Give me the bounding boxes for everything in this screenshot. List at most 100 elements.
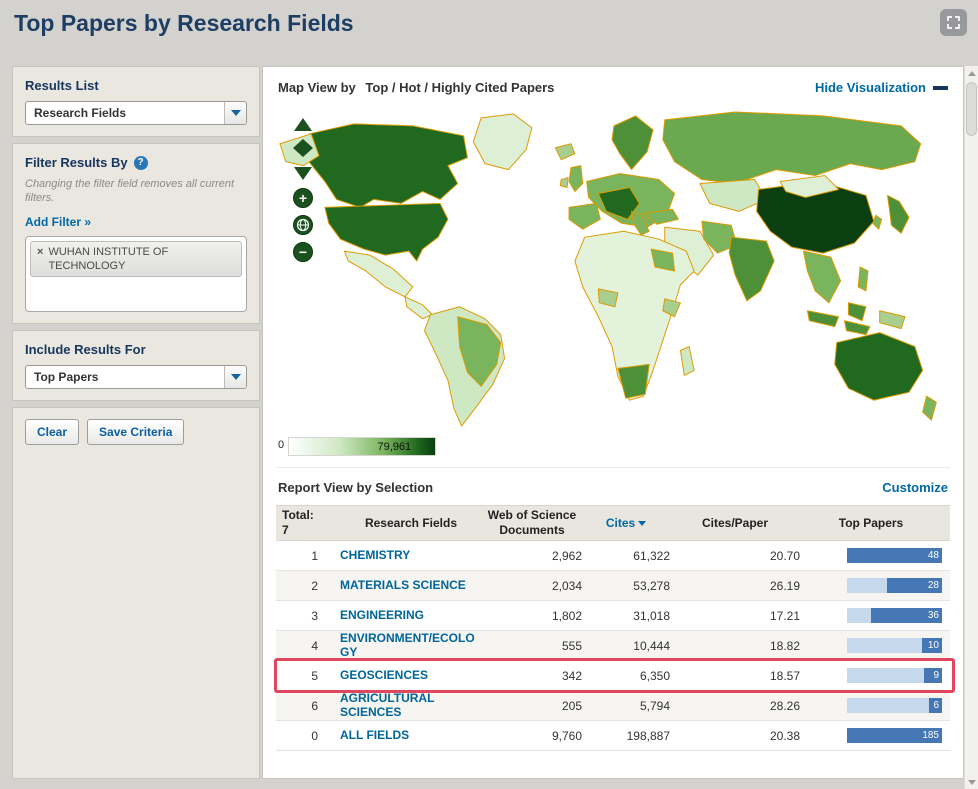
country-new-zealand — [922, 395, 937, 421]
map-pan-control[interactable] — [290, 117, 316, 181]
filter-box: × WUHAN INSTITUTE OF TECHNOLOGY — [25, 235, 247, 312]
top-papers-bar: 36 — [847, 608, 942, 623]
pan-up-icon[interactable] — [294, 118, 312, 131]
field-link[interactable]: MATERIALS SCIENCE — [340, 578, 466, 593]
include-results-section: Include Results For Top Papers — [12, 329, 260, 401]
table-row: 6 AGRICULTURAL SCIENCES 205 5,794 28.26 … — [276, 691, 950, 721]
row-docs: 205 — [561, 698, 582, 713]
bar-fill: 36 — [870, 608, 942, 623]
row-cpp: 17.21 — [769, 608, 800, 623]
collapse-icon — [933, 85, 948, 90]
page-scrollbar[interactable] — [964, 66, 978, 789]
zoom-in-button[interactable]: + — [293, 188, 313, 208]
table-row: 1 CHEMISTRY 2,962 61,322 20.70 48 — [276, 541, 950, 571]
clear-button[interactable]: Clear — [25, 418, 80, 445]
row-cites: 6,350 — [639, 668, 670, 683]
scrollbar-down-button[interactable] — [965, 775, 978, 789]
row-cites: 61,322 — [633, 548, 670, 563]
sidebar: Results List Research Fields Filter Resu… — [12, 66, 260, 779]
hide-visualization-link[interactable]: Hide Visualization — [815, 80, 948, 95]
pan-horizontal-icon[interactable] — [293, 139, 313, 157]
field-link[interactable]: ENVIRONMENT/ECOLOGY — [340, 631, 482, 660]
top-papers-bar: 185 — [847, 728, 942, 743]
row-docs: 342 — [561, 668, 582, 683]
island-borneo — [847, 302, 867, 322]
row-rank: 4 — [311, 638, 318, 653]
report-view-title: Report View by Selection — [278, 480, 434, 495]
top-papers-bar: 28 — [847, 578, 942, 593]
table-row: 0 ALL FIELDS 9,760 198,887 20.38 185 — [276, 721, 950, 751]
island-new-guinea — [879, 310, 906, 330]
bar-value: 9 — [933, 670, 939, 681]
row-rank: 6 — [311, 698, 318, 713]
world-map-svg — [279, 111, 937, 427]
table-header-row: Total: 7 Research Fields Web of Science … — [276, 505, 950, 541]
filter-note: Changing the filter field removes all cu… — [25, 178, 235, 204]
country-greenland — [472, 113, 533, 171]
globe-reset-button[interactable] — [293, 215, 313, 235]
country-india — [728, 236, 775, 302]
results-list-selected: Research Fields — [34, 106, 127, 120]
map-view-value: Top / Hot / Highly Cited Papers — [365, 80, 555, 95]
customize-link[interactable]: Customize — [882, 480, 948, 495]
bar-fill: 48 — [847, 548, 942, 563]
country-mexico — [343, 250, 414, 298]
bar-value: 28 — [927, 580, 939, 591]
zoom-out-button[interactable]: − — [293, 242, 313, 262]
include-results-select[interactable]: Top Papers — [25, 364, 247, 389]
table-row: 2 MATERIALS SCIENCE 2,034 53,278 26.19 2… — [276, 571, 950, 601]
country-spain — [568, 202, 601, 230]
field-link[interactable]: AGRICULTURAL SCIENCES — [340, 691, 482, 720]
bar-fill: 6 — [929, 698, 942, 713]
country-indonesia-east — [844, 320, 871, 336]
expand-button[interactable] — [940, 9, 967, 36]
region-central-america — [404, 296, 433, 320]
include-results-selected: Top Papers — [34, 369, 99, 384]
scrollbar-thumb[interactable] — [966, 82, 977, 136]
field-link[interactable]: CHEMISTRY — [340, 548, 410, 563]
row-rank: 5 — [311, 668, 318, 683]
table-row: 4 ENVIRONMENT/ECOLOGY 555 10,444 18.82 1… — [276, 631, 950, 661]
legend-max-value: 79,961 — [377, 441, 412, 453]
field-link[interactable]: ENGINEERING — [340, 608, 424, 623]
legend-min-value: 0 — [278, 439, 285, 451]
help-icon[interactable]: ? — [133, 155, 148, 170]
scrollbar-up-button[interactable] — [965, 66, 978, 80]
add-filter-link[interactable]: Add Filter » — [25, 215, 91, 229]
results-list-select[interactable]: Research Fields — [25, 101, 247, 125]
row-cites: 53,278 — [633, 578, 670, 593]
row-cpp: 26.19 — [769, 578, 800, 593]
bar-value: 6 — [933, 700, 939, 711]
legend-gradient-bar: 79,961 — [288, 437, 437, 456]
results-list-label: Results List — [25, 78, 99, 93]
row-rank: 2 — [311, 578, 318, 593]
top-papers-header: Top Papers — [838, 516, 904, 530]
row-rank: 1 — [311, 548, 318, 563]
bar-fill: 10 — [922, 638, 942, 653]
row-docs: 2,962 — [551, 548, 582, 563]
bar-value: 185 — [922, 730, 939, 741]
main-panel: Map View by Top / Hot / Highly Cited Pap… — [262, 66, 964, 779]
report-header: Report View by Selection Customize — [276, 467, 950, 505]
page-title: Top Papers by Research Fields — [14, 10, 354, 36]
field-link[interactable]: ALL FIELDS — [340, 728, 409, 743]
bar-value: 48 — [927, 550, 939, 561]
country-australia — [834, 332, 924, 401]
chevron-down-icon — [230, 110, 241, 116]
country-madagascar — [679, 346, 695, 376]
save-criteria-button[interactable]: Save Criteria — [87, 418, 185, 445]
remove-filter-icon[interactable]: × — [37, 245, 43, 259]
cites-sort-header[interactable]: Cites — [606, 516, 647, 531]
country-iceland — [554, 143, 576, 161]
country-russia — [662, 111, 922, 185]
include-results-label: Include Results For — [25, 341, 146, 357]
arrow-up-icon — [967, 70, 976, 76]
wos-documents-header: Web of Science Documents — [487, 508, 577, 537]
world-map[interactable]: + − — [276, 104, 950, 434]
country-canada — [306, 123, 468, 208]
map-header: Map View by Top / Hot / Highly Cited Pap… — [276, 67, 950, 104]
region-southeast-asia — [802, 250, 842, 304]
field-link[interactable]: GEOSCIENCES — [340, 668, 428, 683]
row-cpp: 18.82 — [769, 638, 800, 653]
pan-down-icon[interactable] — [294, 167, 312, 180]
